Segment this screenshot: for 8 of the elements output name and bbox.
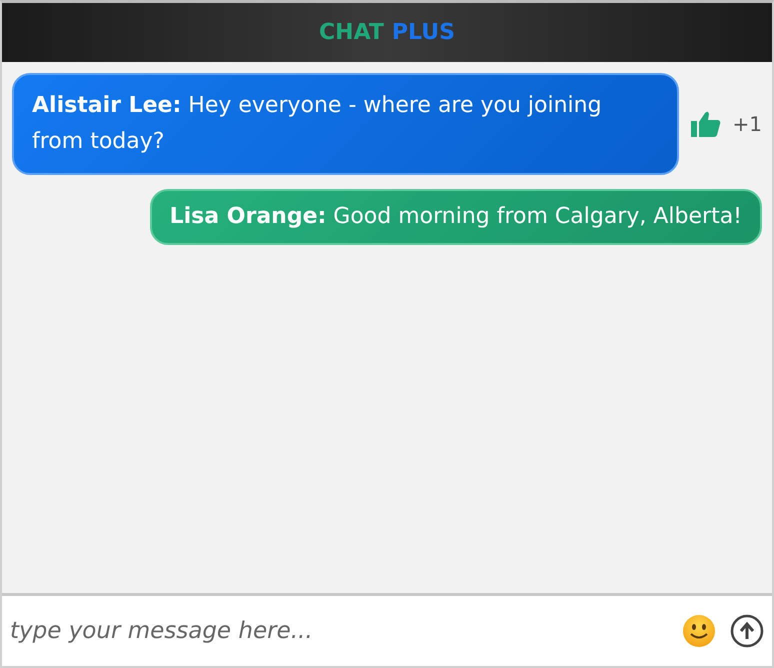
like-count: +1 [732,112,762,136]
thumbs-up-icon[interactable] [690,110,721,138]
message-input[interactable]: type your message here... [2,596,682,666]
message-bubble: Lisa Orange: Good morning from Calgary, Alberta! [150,189,762,245]
send-icon[interactable] [730,614,764,648]
app-title: CHAT PLUS [319,20,455,45]
emoji-icon[interactable] [682,614,716,648]
message-bubble: Alistair Lee: Hey everyone - where are you joining from today? [12,73,679,175]
